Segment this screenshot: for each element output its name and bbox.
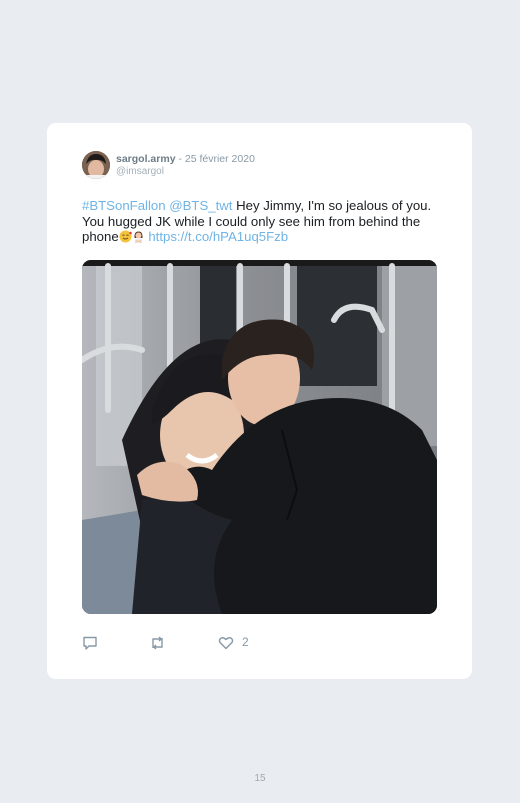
woman-gesturing-no-emoji [132, 230, 145, 247]
like-icon[interactable] [218, 635, 234, 656]
avatar-image [82, 151, 110, 179]
tweet-actions: 2 [82, 635, 382, 651]
tweet-card: sargol.army - 25 février 2020 @imsargol … [47, 123, 472, 679]
hashtag-link[interactable]: #BTSonFallon [82, 198, 166, 213]
display-name[interactable]: sargol.army [116, 153, 176, 165]
avatar[interactable] [82, 151, 110, 179]
mention-link[interactable]: @BTS_twt [169, 198, 232, 213]
author-line: sargol.army - 25 février 2020 [116, 153, 255, 165]
reply-icon[interactable] [82, 635, 98, 656]
tweet-link[interactable]: https://t.co/hPA1uq5Fzb [148, 229, 288, 244]
retweet-icon[interactable] [149, 635, 166, 656]
page-number: 15 [254, 773, 266, 784]
media-image [82, 260, 437, 614]
tweet-text: #BTSonFallon @BTS_twt Hey Jimmy, I'm so … [82, 198, 444, 247]
tweet-media[interactable] [82, 260, 437, 614]
author-handle[interactable]: @imsargol [116, 166, 164, 177]
separator: - [175, 153, 185, 165]
smiling-face-with-hearts-emoji [119, 230, 132, 247]
tweet-date[interactable]: 25 février 2020 [185, 153, 255, 165]
like-count: 2 [242, 635, 249, 649]
